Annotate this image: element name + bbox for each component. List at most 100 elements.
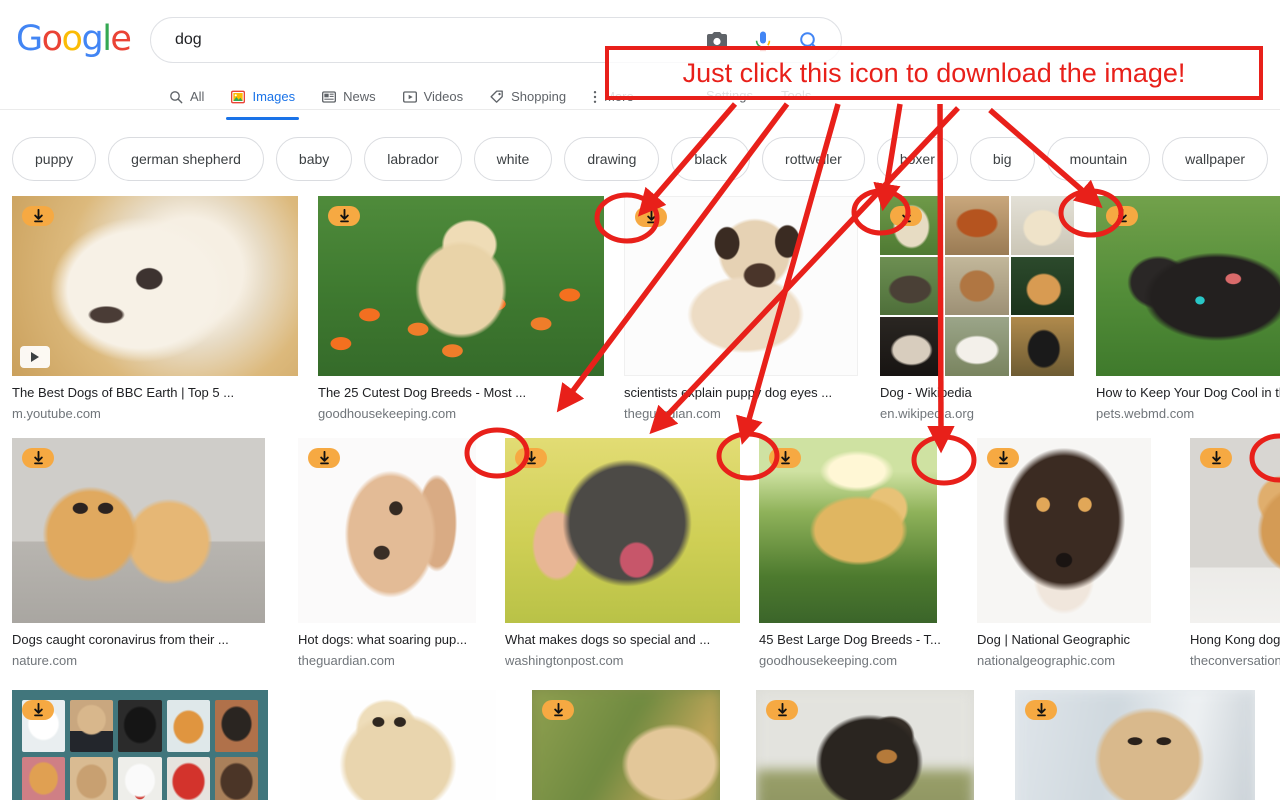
result-thumbnail[interactable] bbox=[505, 438, 740, 623]
filter-chip[interactable]: mountain bbox=[1046, 137, 1151, 181]
download-arrow-icon[interactable] bbox=[22, 700, 54, 720]
download-arrow-icon[interactable] bbox=[22, 448, 54, 468]
result-thumbnail[interactable] bbox=[756, 690, 974, 800]
result-thumbnail[interactable] bbox=[532, 690, 720, 800]
thumb-art bbox=[300, 690, 496, 800]
play-icon[interactable] bbox=[20, 346, 50, 368]
download-arrow-icon[interactable] bbox=[769, 448, 801, 468]
result-title[interactable]: Dogs caught coronavirus from their ... bbox=[12, 631, 277, 648]
result-title[interactable]: scientists explain puppy dog eyes ... bbox=[624, 384, 872, 401]
result-card[interactable]: Hong Kong dog causes pani theconversatio… bbox=[1190, 438, 1280, 669]
results-row-1: The Best Dogs of BBC Earth | Top 5 ... m… bbox=[0, 196, 1280, 428]
download-arrow-icon[interactable] bbox=[1200, 448, 1232, 468]
download-arrow-icon[interactable] bbox=[308, 448, 340, 468]
download-arrow-icon[interactable] bbox=[987, 448, 1019, 468]
results-row-3 bbox=[0, 690, 1280, 800]
tab-all[interactable]: All bbox=[168, 84, 204, 110]
result-site: nationalgeographic.com bbox=[977, 653, 1116, 668]
result-thumbnail[interactable] bbox=[12, 690, 268, 800]
result-title[interactable]: Dog - Wikipedia bbox=[880, 384, 1088, 401]
image-icon bbox=[230, 89, 246, 105]
download-arrow-icon[interactable] bbox=[22, 206, 54, 226]
result-title[interactable]: The 25 Cutest Dog Breeds - Most ... bbox=[318, 384, 616, 401]
filter-chip[interactable]: labrador bbox=[364, 137, 462, 181]
result-caption: The 25 Cutest Dog Breeds - Most ... good… bbox=[318, 376, 616, 422]
thumb-art bbox=[318, 196, 604, 376]
result-thumbnail[interactable] bbox=[298, 438, 476, 623]
result-title[interactable]: Dog | National Geographic bbox=[977, 631, 1171, 648]
google-logo[interactable]: Google bbox=[16, 19, 132, 59]
filter-chip[interactable]: wallpaper bbox=[1162, 137, 1269, 181]
result-card[interactable] bbox=[1015, 690, 1255, 800]
result-caption: Hot dogs: what soaring pup... theguardia… bbox=[298, 623, 496, 669]
download-arrow-icon[interactable] bbox=[1025, 700, 1057, 720]
result-card[interactable]: Dogs caught coronavirus from their ... n… bbox=[12, 438, 277, 669]
result-thumbnail[interactable] bbox=[1015, 690, 1255, 800]
logo-letter-g2: g bbox=[81, 19, 103, 59]
result-caption: The Best Dogs of BBC Earth | Top 5 ... m… bbox=[12, 376, 310, 422]
filter-chip[interactable]: black bbox=[671, 137, 751, 181]
result-site: theguardian.com bbox=[298, 653, 395, 668]
filter-chip[interactable]: big bbox=[969, 137, 1035, 181]
result-thumbnail[interactable] bbox=[759, 438, 937, 623]
result-card[interactable]: 45 Best Large Dog Breeds - T... goodhous… bbox=[759, 438, 957, 669]
filter-chip[interactable]: rottweiler bbox=[762, 137, 865, 181]
tab-label: Videos bbox=[423, 89, 464, 104]
filter-chip[interactable]: white bbox=[473, 137, 553, 181]
download-arrow-icon[interactable] bbox=[890, 206, 922, 226]
tab-videos[interactable]: Videos bbox=[402, 84, 464, 110]
result-title[interactable]: 45 Best Large Dog Breeds - T... bbox=[759, 631, 957, 648]
result-card[interactable]: How to Keep Your Dog Cool in the Su pets… bbox=[1096, 196, 1280, 422]
filter-chip[interactable]: drawing bbox=[564, 137, 660, 181]
tab-news[interactable]: News bbox=[321, 84, 376, 110]
result-thumbnail[interactable] bbox=[624, 196, 858, 376]
result-thumbnail[interactable] bbox=[300, 690, 496, 800]
result-thumbnail[interactable] bbox=[318, 196, 604, 376]
tab-label: All bbox=[190, 89, 205, 104]
result-card[interactable] bbox=[756, 690, 991, 800]
download-arrow-icon[interactable] bbox=[328, 206, 360, 226]
result-title[interactable]: The Best Dogs of BBC Earth | Top 5 ... bbox=[12, 384, 310, 401]
filter-chip[interactable]: puppy bbox=[12, 137, 97, 181]
result-caption: Dog - Wikipedia en.wikipedia.org bbox=[880, 376, 1088, 422]
result-card[interactable] bbox=[300, 690, 510, 800]
result-caption: scientists explain puppy dog eyes ... th… bbox=[624, 376, 872, 422]
result-card[interactable]: scientists explain puppy dog eyes ... th… bbox=[624, 196, 872, 422]
download-arrow-icon[interactable] bbox=[515, 448, 547, 468]
result-thumbnail[interactable] bbox=[977, 438, 1151, 623]
result-card[interactable]: Dog | National Geographic nationalgeogra… bbox=[977, 438, 1171, 669]
result-card[interactable]: The 25 Cutest Dog Breeds - Most ... good… bbox=[318, 196, 616, 422]
tab-images[interactable]: Images bbox=[226, 84, 299, 120]
result-card[interactable] bbox=[532, 690, 730, 800]
result-caption: Dogs caught coronavirus from their ... n… bbox=[12, 623, 277, 669]
result-thumbnail[interactable] bbox=[12, 196, 298, 376]
result-card[interactable]: The Best Dogs of BBC Earth | Top 5 ... m… bbox=[12, 196, 310, 422]
news-icon bbox=[321, 89, 337, 105]
filter-chip[interactable]: boxer bbox=[876, 137, 958, 181]
result-caption: How to Keep Your Dog Cool in the Su pets… bbox=[1096, 376, 1280, 422]
download-arrow-icon[interactable] bbox=[1106, 206, 1138, 226]
thumb-art bbox=[12, 196, 298, 376]
result-caption: Dog | National Geographic nationalgeogra… bbox=[977, 623, 1171, 669]
result-site: goodhousekeeping.com bbox=[318, 406, 457, 421]
result-card[interactable]: Hot dogs: what soaring pup... theguardia… bbox=[298, 438, 496, 669]
result-card[interactable] bbox=[12, 690, 280, 800]
download-arrow-icon[interactable] bbox=[542, 700, 574, 720]
filter-chip[interactable]: baby bbox=[275, 137, 353, 181]
tag-icon bbox=[489, 89, 505, 105]
result-card[interactable]: What makes dogs so special and ... washi… bbox=[505, 438, 753, 669]
download-arrow-icon[interactable] bbox=[766, 700, 798, 720]
result-card[interactable]: Dog - Wikipedia en.wikipedia.org bbox=[880, 196, 1088, 422]
result-thumbnail[interactable] bbox=[880, 196, 1074, 376]
result-thumbnail[interactable] bbox=[1096, 196, 1280, 376]
result-thumbnail[interactable] bbox=[1190, 438, 1280, 623]
filter-chip[interactable]: german shepherd bbox=[108, 137, 264, 181]
result-thumbnail[interactable] bbox=[12, 438, 265, 623]
download-arrow-icon[interactable] bbox=[635, 207, 667, 227]
result-title[interactable]: Hong Kong dog causes pani bbox=[1190, 631, 1280, 648]
result-title[interactable]: Hot dogs: what soaring pup... bbox=[298, 631, 496, 648]
result-title[interactable]: How to Keep Your Dog Cool in the Su bbox=[1096, 384, 1280, 401]
tab-shopping[interactable]: Shopping bbox=[489, 84, 566, 110]
result-caption: Hong Kong dog causes pani theconversatio… bbox=[1190, 623, 1280, 669]
result-title[interactable]: What makes dogs so special and ... bbox=[505, 631, 753, 648]
